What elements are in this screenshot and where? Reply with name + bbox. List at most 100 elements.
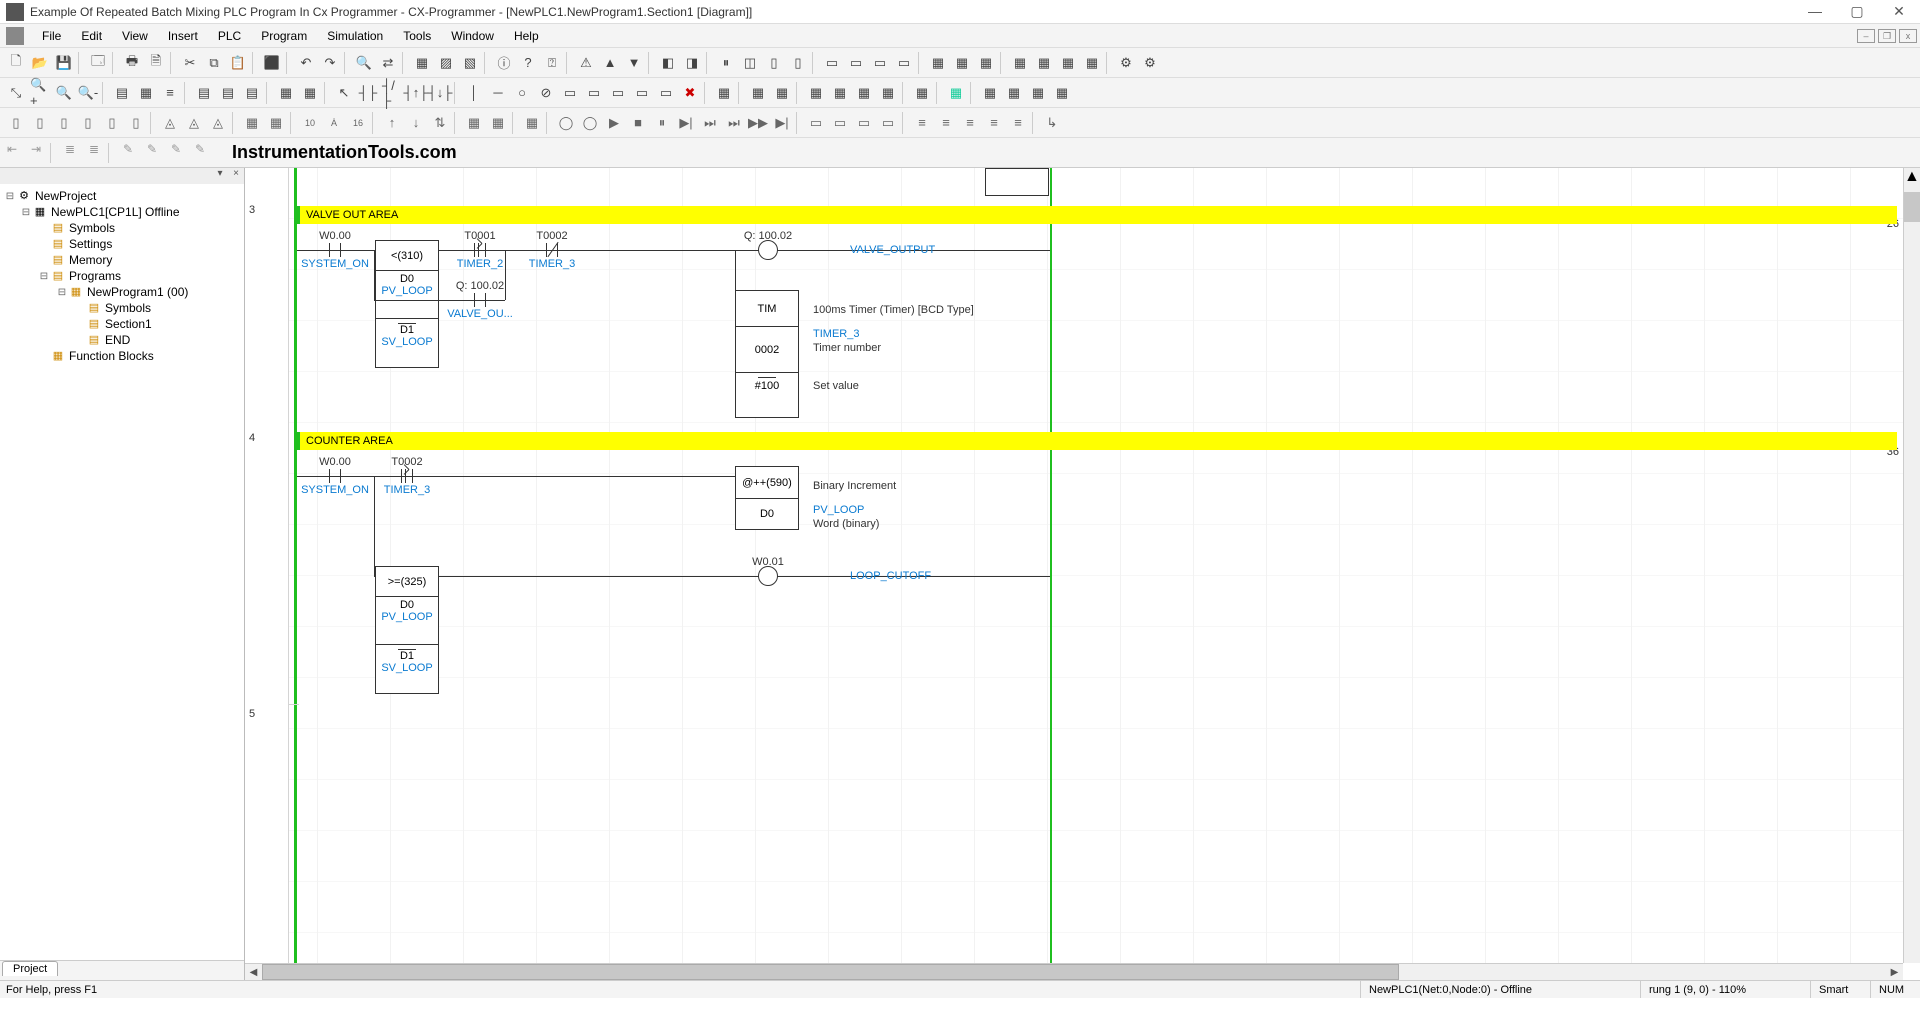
tool-icon[interactable]: ▦ [463, 112, 485, 134]
menu-tools[interactable]: Tools [393, 29, 441, 43]
redo-icon[interactable]: ↷ [319, 52, 341, 74]
pause-icon[interactable]: ⏸ [651, 112, 673, 134]
menu-window[interactable]: Window [441, 29, 504, 43]
tool-icon[interactable]: ◧ [657, 52, 679, 74]
help-icon[interactable]: ? [517, 52, 539, 74]
open-icon[interactable]: 📂 [29, 52, 51, 74]
tool-icon[interactable]: ▦ [241, 112, 263, 134]
outdent-icon[interactable]: ⇤ [1, 142, 23, 164]
contact-diff-up[interactable] [467, 243, 493, 257]
tool-icon[interactable]: ▦ [411, 52, 433, 74]
indent-icon[interactable]: ⇥ [25, 142, 47, 164]
skip-next-icon[interactable]: ▶| [675, 112, 697, 134]
tool-icon[interactable]: ▦ [927, 52, 949, 74]
coil-neg-icon[interactable]: ⊘ [535, 82, 557, 104]
horizontal-scrollbar[interactable]: ◀▶ [245, 963, 1903, 980]
contact-diff-icon[interactable]: ┤↑├ [405, 82, 427, 104]
func-icon[interactable]: ▭ [607, 82, 629, 104]
step-icon[interactable]: ⏭ [699, 112, 721, 134]
tool-icon[interactable]: ◬ [159, 112, 181, 134]
info-icon[interactable]: ⓘ [493, 52, 515, 74]
tool-icon[interactable]: ▭ [853, 112, 875, 134]
minimize-button[interactable]: — [1794, 3, 1836, 20]
compare-block[interactable]: >=(325) D0 PV_LOOP D1 SV_LOOP [375, 566, 439, 694]
delete-icon[interactable]: ⬛ [261, 52, 283, 74]
tree-item[interactable]: Symbols [69, 221, 115, 235]
tool-icon[interactable]: ▦ [747, 82, 769, 104]
tool-icon[interactable]: ▯ [5, 112, 27, 134]
contact-nc-icon[interactable]: ┤/├ [381, 82, 403, 104]
tool-icon[interactable]: ▲ [599, 52, 621, 74]
tree-plc[interactable]: NewPLC1[CP1L] Offline [51, 205, 180, 219]
view-icon[interactable]: ▦ [299, 82, 321, 104]
delete-x-icon[interactable]: ✖ [679, 82, 701, 104]
menu-insert[interactable]: Insert [158, 29, 208, 43]
tool-icon[interactable]: ≡ [983, 112, 1005, 134]
tool-icon[interactable]: ▦ [945, 82, 967, 104]
tool-icon[interactable]: ▯ [787, 52, 809, 74]
maximize-button[interactable]: ▢ [1836, 3, 1878, 20]
tree-item[interactable]: Programs [69, 269, 121, 283]
context-help-icon[interactable]: ⍰ [541, 52, 563, 74]
tree-item[interactable]: Memory [69, 253, 112, 267]
tool-icon[interactable]: ▭ [829, 112, 851, 134]
ff-icon[interactable]: ▶▶ [747, 112, 769, 134]
zoom-fit-icon[interactable]: 🔍- [77, 82, 99, 104]
vertical-scrollbar[interactable]: ▲ [1903, 168, 1920, 963]
tool-icon[interactable]: ◯ [579, 112, 601, 134]
skip-end-icon[interactable]: ▶| [771, 112, 793, 134]
menu-simulation[interactable]: Simulation [317, 29, 393, 43]
stop-icon[interactable]: ■ [627, 112, 649, 134]
tool-icon[interactable]: ▼ [623, 52, 645, 74]
pause-icon[interactable]: ⏸ [715, 52, 737, 74]
tool-icon[interactable]: ✎ [141, 142, 163, 164]
new-icon[interactable]: 🗋 [5, 52, 27, 74]
play-icon[interactable]: ▶ [603, 112, 625, 134]
menu-help[interactable]: Help [504, 29, 549, 43]
view-icon[interactable]: ▦ [275, 82, 297, 104]
tree-item[interactable]: Symbols [105, 301, 151, 315]
tool-icon[interactable]: ▨ [435, 52, 457, 74]
contact-nc[interactable] [539, 243, 565, 257]
tool-icon[interactable]: ▦ [951, 52, 973, 74]
tool-icon[interactable]: ▦ [853, 82, 875, 104]
tool-icon[interactable]: ≡ [911, 112, 933, 134]
tree-item[interactable]: END [105, 333, 130, 347]
menu-plc[interactable]: PLC [208, 29, 251, 43]
cursor-icon[interactable]: ↖ [333, 82, 355, 104]
close-button[interactable]: ✕ [1878, 3, 1920, 20]
tool-icon[interactable]: ▭ [877, 112, 899, 134]
tree-fb[interactable]: Function Blocks [69, 349, 154, 363]
tool-icon[interactable]: ▦ [975, 52, 997, 74]
line-v-icon[interactable]: │ [463, 82, 485, 104]
warning-icon[interactable]: ⚠ [575, 52, 597, 74]
tool-icon[interactable]: ◨ [681, 52, 703, 74]
tool-icon[interactable]: ▦ [1009, 52, 1031, 74]
increment-block[interactable]: @++(590) D0 [735, 466, 799, 530]
output-coil[interactable] [758, 566, 778, 586]
print-icon[interactable]: 🖶 [121, 52, 143, 74]
view-icon[interactable]: ▦ [135, 82, 157, 104]
tool-icon[interactable]: ▦ [829, 82, 851, 104]
copy-icon[interactable]: ⧉ [203, 52, 225, 74]
tool-icon[interactable]: ≡ [959, 112, 981, 134]
selection-icon[interactable]: ⤡ [5, 82, 27, 104]
mdi-restore-button[interactable]: ❐ [1878, 29, 1896, 43]
tree-item[interactable]: Settings [69, 237, 112, 251]
undo-icon[interactable]: ↶ [295, 52, 317, 74]
tool-icon[interactable]: ▭ [821, 52, 843, 74]
tool-icon[interactable]: ▯ [125, 112, 147, 134]
ladder-diagram[interactable]: 3 26 VALVE OUT AREA W0.00 SYSTEM_ON <(31… [245, 168, 1920, 980]
tool-icon[interactable]: ✎ [165, 142, 187, 164]
tree-item[interactable]: Section1 [105, 317, 152, 331]
menu-edit[interactable]: Edit [71, 29, 112, 43]
tool-icon[interactable]: ▯ [763, 52, 785, 74]
tool-icon[interactable]: ↳ [1041, 112, 1063, 134]
line-h-icon[interactable]: ─ [487, 82, 509, 104]
zoom-in-icon[interactable]: 🔍+ [29, 82, 51, 104]
align-icon[interactable]: ≣ [83, 142, 105, 164]
tool-icon[interactable]: ▭ [845, 52, 867, 74]
tool-icon[interactable]: ▦ [521, 112, 543, 134]
view-icon[interactable]: ▤ [241, 82, 263, 104]
record-icon[interactable]: ◯ [555, 112, 577, 134]
